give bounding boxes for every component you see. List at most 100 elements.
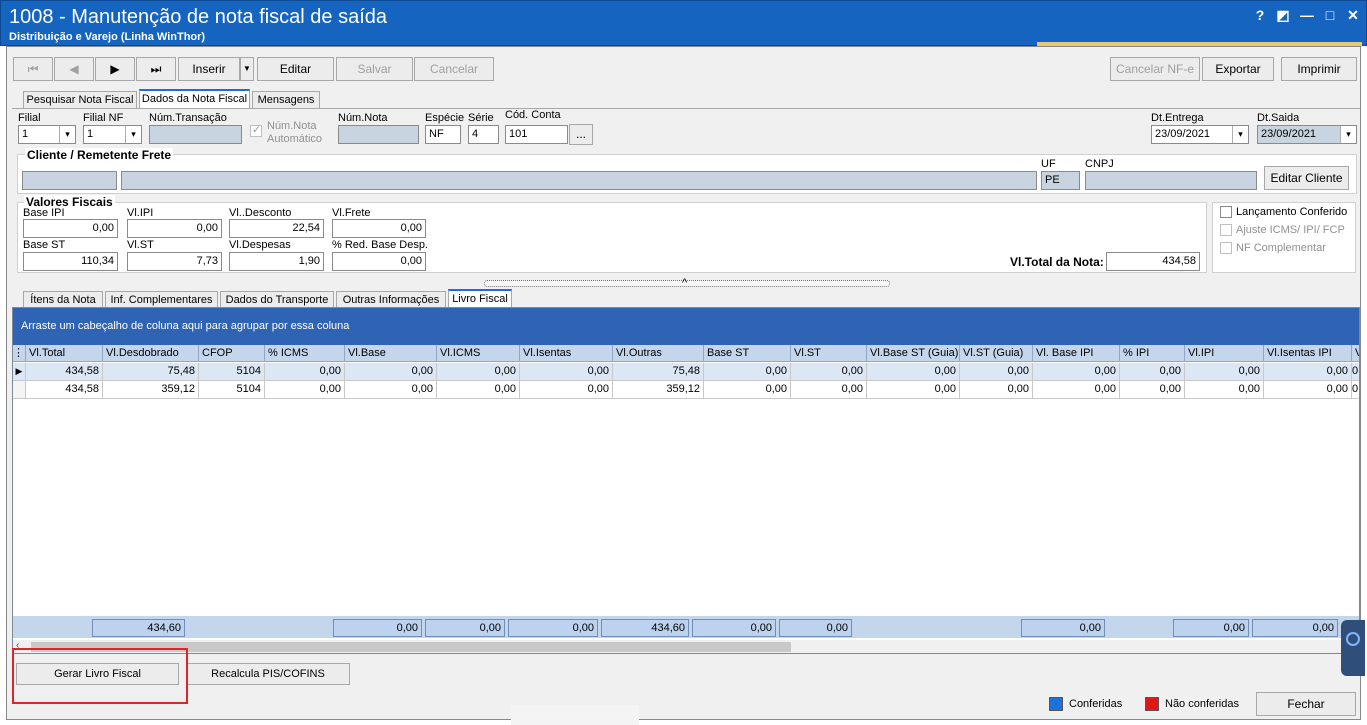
table-cell[interactable]: 0,00	[1033, 363, 1120, 381]
table-cell[interactable]: 0,00	[960, 381, 1033, 399]
table-cell[interactable]: 75,48	[613, 363, 704, 381]
last-record-button[interactable]: ⏭	[136, 57, 176, 81]
column-header[interactable]: Vl.IPI	[1185, 345, 1264, 362]
column-header[interactable]: Vl.O	[1352, 345, 1359, 362]
num-nota-input[interactable]	[338, 125, 419, 144]
column-header[interactable]: Vl.Isentas IPI	[1264, 345, 1352, 362]
cancelar-button[interactable]: Cancelar	[414, 57, 494, 81]
column-header[interactable]: Vl.Base	[345, 345, 437, 362]
editar-button[interactable]: Editar	[257, 57, 334, 81]
table-cell[interactable]: 0,00	[704, 381, 791, 399]
serie-input[interactable]: 4	[468, 125, 499, 144]
row-selector-icon[interactable]: ▶	[13, 363, 26, 381]
table-cell[interactable]: 0,00	[791, 363, 867, 381]
table-cell[interactable]: 0,00	[520, 363, 613, 381]
table-cell[interactable]: 0,00	[1264, 381, 1352, 399]
table-cell[interactable]: 0	[1352, 363, 1359, 381]
tab-livro-fiscal[interactable]: Livro Fiscal	[448, 289, 512, 308]
table-cell[interactable]: 0,00	[520, 381, 613, 399]
column-header[interactable]: Vl.ST (Guia)	[960, 345, 1033, 362]
vl-total-nota-input[interactable]: 434,58	[1106, 252, 1200, 271]
table-cell[interactable]: 0,00	[345, 363, 437, 381]
table-cell[interactable]: 0,00	[1264, 363, 1352, 381]
table-cell[interactable]: 0	[1352, 381, 1359, 399]
inserir-dropdown-icon[interactable]: ▼	[240, 57, 254, 81]
especie-input[interactable]: NF	[425, 125, 461, 144]
vl-st-input[interactable]: 7,73	[127, 252, 222, 271]
filial-nf-select[interactable]: 1 ▾	[83, 125, 142, 144]
table-cell[interactable]: 0,00	[265, 363, 345, 381]
table-cell[interactable]: 0,00	[1185, 381, 1264, 399]
imprimir-button[interactable]: Imprimir	[1281, 57, 1357, 81]
row-indicator-header[interactable]: ⋮	[13, 345, 26, 362]
base-st-input[interactable]: 110,34	[23, 252, 118, 271]
table-cell[interactable]: 0,00	[265, 381, 345, 399]
dt-entrega-input[interactable]: 23/09/2021 ▾	[1151, 125, 1249, 144]
column-header[interactable]: Vl.Base ST (Guia)	[867, 345, 960, 362]
livro-fiscal-grid[interactable]: Arraste um cabeçalho de coluna aqui para…	[12, 307, 1360, 654]
vl-despesas-input[interactable]: 1,90	[229, 252, 324, 271]
tab-pesquisar-nota[interactable]: Pesquisar Nota Fiscal	[23, 91, 137, 108]
column-header[interactable]: Vl.Total	[26, 345, 103, 362]
table-cell[interactable]: 75,48	[103, 363, 199, 381]
table-cell[interactable]: 0,00	[345, 381, 437, 399]
maximize-icon[interactable]: □	[1321, 6, 1339, 24]
table-cell[interactable]: 0,00	[791, 381, 867, 399]
table-cell[interactable]: 0,00	[867, 381, 960, 399]
table-cell[interactable]: 5104	[199, 381, 265, 399]
lancamento-conferido-checkbox[interactable]	[1220, 206, 1232, 218]
tab-mensagens[interactable]: Mensagens	[252, 91, 320, 108]
tab-dados-nota[interactable]: Dados da Nota Fiscal	[139, 89, 250, 108]
table-cell[interactable]: 0,00	[437, 381, 520, 399]
table-cell[interactable]: 359,12	[103, 381, 199, 399]
first-record-button[interactable]: ⏮	[13, 57, 53, 81]
table-cell[interactable]: 434,58	[26, 381, 103, 399]
exportar-button[interactable]: Exportar	[1202, 57, 1274, 81]
salvar-button[interactable]: Salvar	[336, 57, 413, 81]
column-header[interactable]: Vl.Desdobrado	[103, 345, 199, 362]
table-cell[interactable]: 0,00	[1033, 381, 1120, 399]
column-header[interactable]: % IPI	[1120, 345, 1185, 362]
cod-conta-lookup-button[interactable]: ...	[569, 124, 593, 145]
column-header[interactable]: Vl.ICMS	[437, 345, 520, 362]
filial-select[interactable]: 1 ▾	[18, 125, 76, 144]
cancelar-nfe-button[interactable]: Cancelar NF-e	[1110, 57, 1200, 81]
cod-conta-input[interactable]: 101	[505, 125, 568, 144]
tab-outras-informacoes[interactable]: Outras Informações	[336, 291, 446, 308]
cnpj-input[interactable]	[1085, 171, 1257, 190]
tab-inf-complementares[interactable]: Inf. Complementares	[105, 291, 218, 308]
dt-saida-input[interactable]: 23/09/2021 ▾	[1257, 125, 1357, 144]
cliente-nome-input[interactable]	[121, 171, 1037, 190]
editar-cliente-button[interactable]: Editar Cliente	[1264, 166, 1349, 190]
tab-itens-nota[interactable]: Ítens da Nota	[23, 291, 103, 308]
next-record-button[interactable]: ▶	[95, 57, 135, 81]
group-by-panel[interactable]: Arraste um cabeçalho de coluna aqui para…	[13, 308, 1359, 345]
prev-record-button[interactable]: ◀	[54, 57, 94, 81]
column-header[interactable]: % ICMS	[265, 345, 345, 362]
tab-dados-transporte[interactable]: Dados do Transporte	[220, 291, 334, 308]
ajuste-icms-checkbox[interactable]	[1220, 224, 1232, 236]
fechar-button[interactable]: Fechar	[1256, 692, 1356, 716]
table-cell[interactable]: 359,12	[613, 381, 704, 399]
table-cell[interactable]: 5104	[199, 363, 265, 381]
num-transacao-input[interactable]	[149, 125, 242, 144]
side-dock-widget[interactable]	[1341, 620, 1365, 676]
vl-desconto-input[interactable]: 22,54	[229, 219, 324, 238]
nf-complementar-checkbox[interactable]	[1220, 242, 1232, 254]
table-cell[interactable]: 0,00	[960, 363, 1033, 381]
recalcula-pis-cofins-button[interactable]: Recalcula PIS/COFINS	[186, 663, 350, 685]
column-header[interactable]: Base ST	[704, 345, 791, 362]
collapse-caret-icon[interactable]: ^	[682, 277, 687, 289]
red-base-input[interactable]: 0,00	[332, 252, 426, 271]
vl-frete-input[interactable]: 0,00	[332, 219, 426, 238]
column-header[interactable]: Vl.Outras	[613, 345, 704, 362]
base-ipi-input[interactable]: 0,00	[23, 219, 118, 238]
cliente-codigo-input[interactable]	[22, 171, 117, 190]
close-icon[interactable]: ✕	[1344, 6, 1362, 24]
table-cell[interactable]: 0,00	[704, 363, 791, 381]
num-nota-automatico-checkbox[interactable]	[250, 123, 262, 137]
column-header[interactable]: CFOP	[199, 345, 265, 362]
column-header[interactable]: Vl.ST	[791, 345, 867, 362]
restore-layout-icon[interactable]: ◩	[1274, 6, 1292, 24]
column-header[interactable]: Vl.Isentas	[520, 345, 613, 362]
